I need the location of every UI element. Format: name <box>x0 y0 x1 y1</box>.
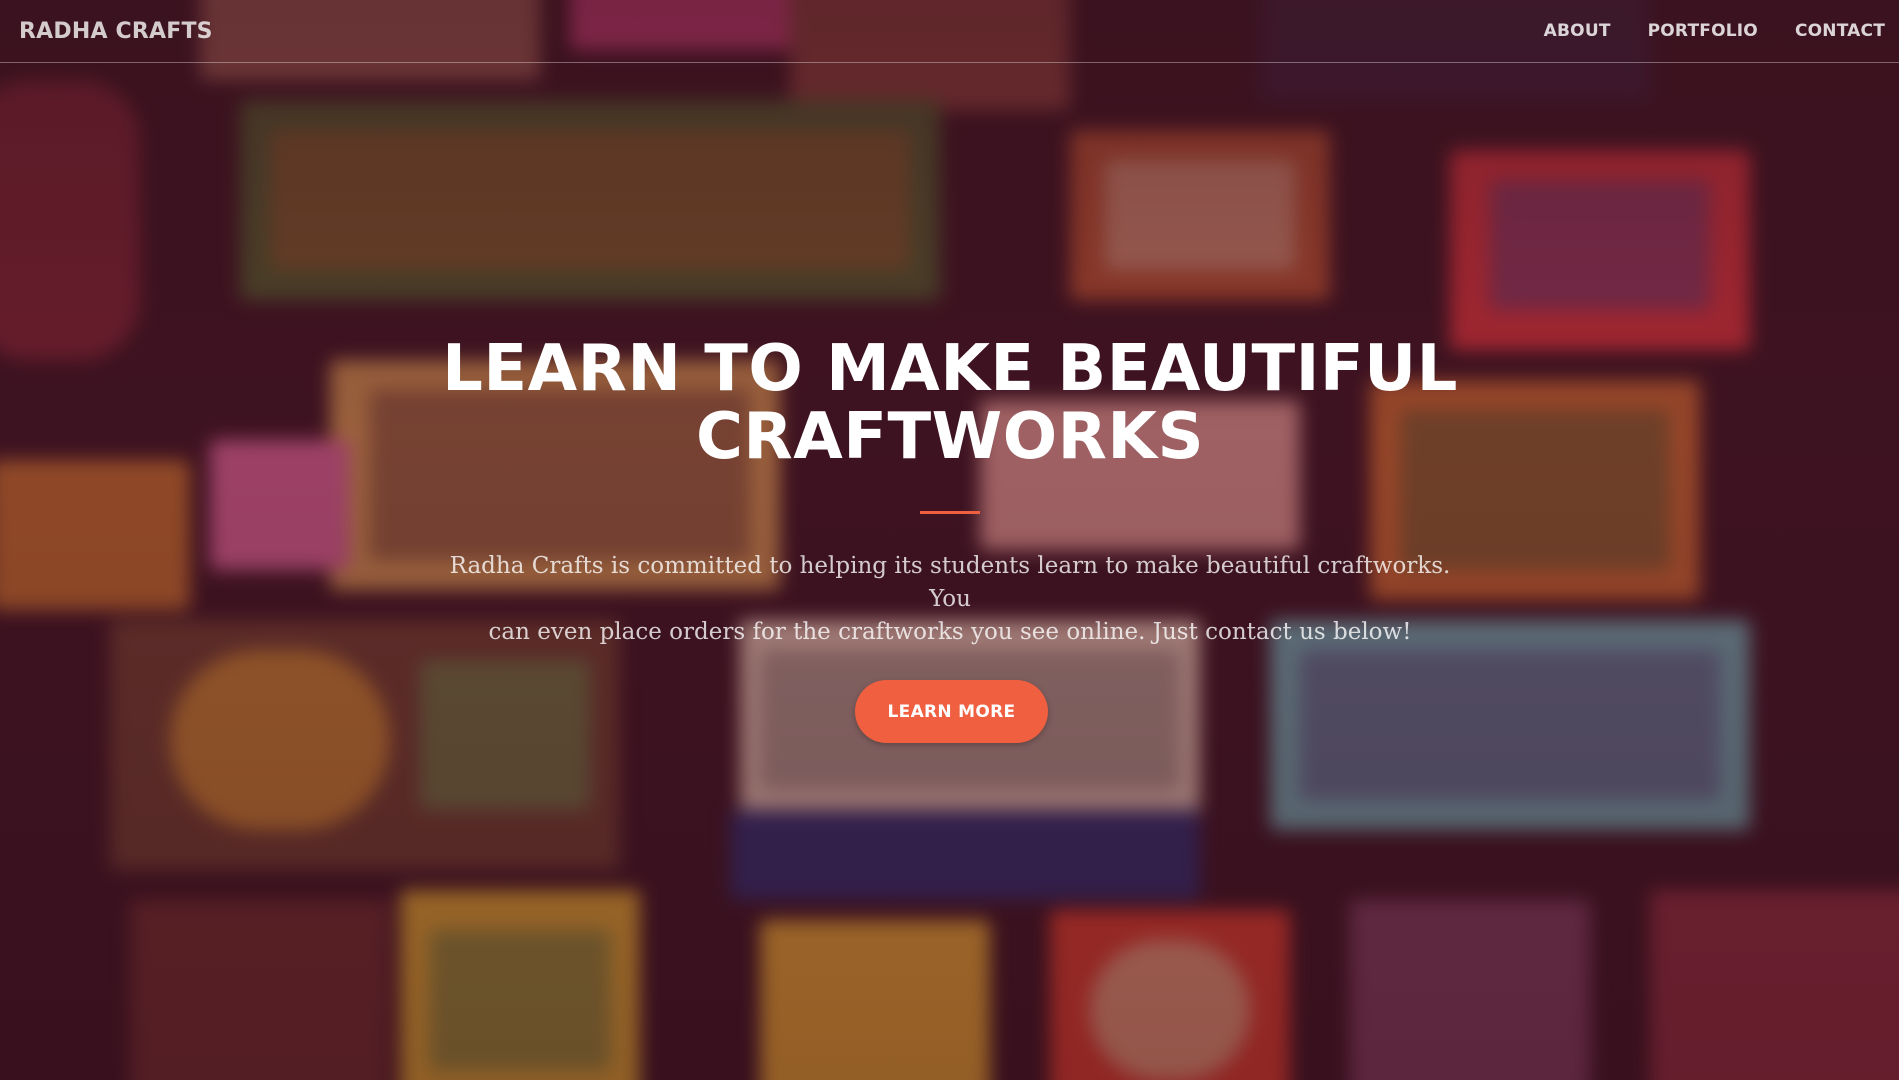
hero-heading-line-2: CRAFTWORKS <box>695 400 1205 474</box>
nav-link-portfolio[interactable]: PORTFOLIO <box>1648 21 1758 41</box>
hero-description-line-2: can even place orders for the craftworks… <box>488 619 1412 645</box>
hero-description-line-1: Radha Crafts is committed to helping its… <box>449 553 1451 612</box>
hero-section: LEARN TO MAKE BEAUTIFUL CRAFTWORKS Radha… <box>0 0 1899 1080</box>
nav-links: ABOUT PORTFOLIO CONTACT <box>1507 21 1885 41</box>
hero-heading: LEARN TO MAKE BEAUTIFUL CRAFTWORKS <box>400 335 1500 471</box>
learn-more-button[interactable]: LEARN MORE <box>855 680 1048 743</box>
nav-link-about[interactable]: ABOUT <box>1544 21 1611 41</box>
hero-description: Radha Crafts is committed to helping its… <box>430 550 1470 649</box>
hero-heading-line-1: LEARN TO MAKE BEAUTIFUL <box>442 332 1458 406</box>
heading-divider <box>920 511 980 514</box>
nav-link-contact[interactable]: CONTACT <box>1795 21 1885 41</box>
top-navbar: RADHA CRAFTS ABOUT PORTFOLIO CONTACT <box>0 0 1899 63</box>
brand-logo-link[interactable]: RADHA CRAFTS <box>19 19 213 44</box>
